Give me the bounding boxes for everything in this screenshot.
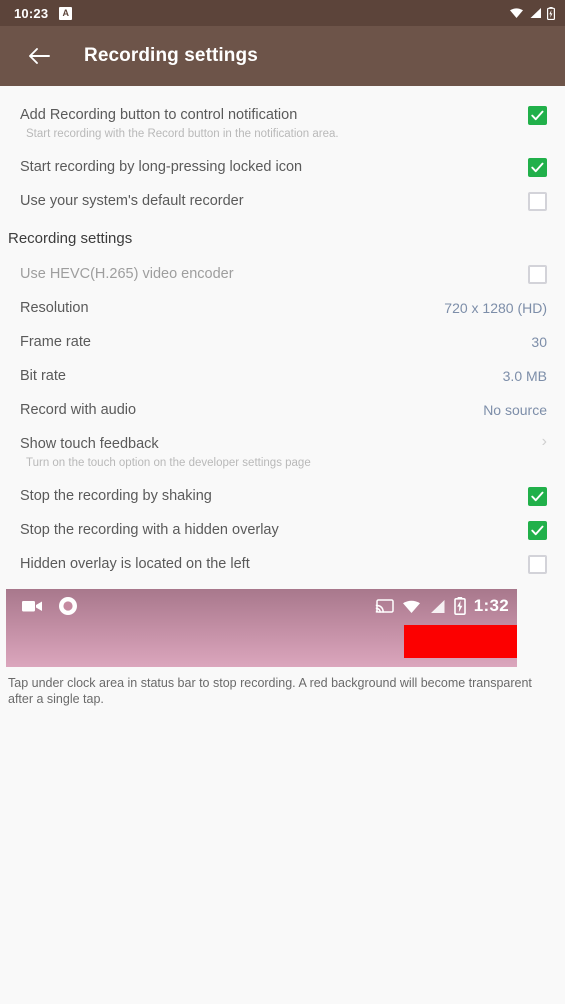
setting-row-stop-with-hidden-overlay[interactable]: Stop the recording with a hidden overlay (0, 513, 565, 547)
chevron-right-icon[interactable]: › (527, 433, 547, 451)
status-bar-preview-image: 1:32 (6, 589, 517, 667)
setting-row-stop-by-shaking[interactable]: Stop the recording by shaking (0, 479, 565, 513)
checkbox-hidden-overlay-left[interactable] (528, 555, 547, 574)
preview-clock: 1:32 (473, 596, 509, 615)
checkbox-long-press-locked-icon[interactable] (528, 158, 547, 177)
record-dot-icon (59, 597, 77, 615)
alarm-badge-icon: A (59, 6, 73, 20)
row-text-block: Bit rate (20, 359, 493, 393)
row-text-block: Stop the recording by shaking (20, 479, 518, 513)
preview-illustration-wrap: 1:32 (0, 581, 565, 667)
value-record-with-audio: No source (483, 402, 547, 418)
signal-icon (530, 8, 541, 18)
setting-title: Add Recording button to control notifica… (20, 107, 298, 123)
battery-icon (547, 6, 555, 20)
page-title: Recording settings (84, 45, 258, 66)
setting-row-show-touch-feedback[interactable]: Show touch feedback Turn on the touch op… (0, 427, 565, 479)
setting-title: Record with audio (20, 402, 137, 418)
row-text-block: Hidden overlay is located on the left (20, 547, 518, 581)
system-status-bar: 10:23 A (0, 0, 565, 26)
row-text-block: Add Recording button to control notifica… (20, 98, 518, 150)
value-frame-rate: 30 (531, 334, 547, 350)
preview-caption: Tap under clock area in status bar to st… (8, 676, 532, 706)
setting-subtitle: Turn on the touch option on the develope… (26, 457, 311, 469)
setting-title: Resolution (20, 300, 89, 316)
setting-title: Use your system's default recorder (20, 193, 244, 209)
setting-title: Stop the recording by shaking (20, 488, 212, 504)
camcorder-icon (22, 601, 42, 612)
setting-title: Start recording by long-pressing locked … (20, 159, 303, 175)
top-settings-group: Add Recording button to control notifica… (0, 98, 565, 218)
status-bar-icon-group (509, 6, 555, 20)
setting-title: Use HEVC(H.265) video encoder (20, 266, 234, 282)
row-text-block: Record with audio (20, 393, 473, 427)
row-text-block: Use HEVC(H.265) video encoder (20, 257, 518, 291)
setting-title: Bit rate (20, 368, 66, 384)
setting-title: Frame rate (20, 334, 91, 350)
setting-row-default-recorder[interactable]: Use your system's default recorder (0, 184, 565, 218)
setting-row-frame-rate[interactable]: Frame rate 30 (0, 325, 565, 359)
section-header-recording-settings: Recording settings (8, 230, 133, 247)
red-overlay-rectangle (404, 625, 517, 658)
checkbox-hevc-encoder[interactable] (528, 265, 547, 284)
back-arrow-icon (29, 48, 50, 64)
value-resolution: 720 x 1280 (HD) (444, 300, 547, 316)
row-text-block: Frame rate (20, 325, 521, 359)
back-button[interactable] (22, 39, 56, 73)
setting-row-add-recording-button[interactable]: Add Recording button to control notifica… (0, 98, 565, 150)
value-bit-rate: 3.0 MB (502, 368, 547, 384)
setting-subtitle: Start recording with the Record button i… (26, 128, 339, 140)
setting-row-hidden-overlay-left[interactable]: Hidden overlay is located on the left (0, 547, 565, 581)
preview-right-icons: 1:32 (375, 596, 509, 616)
setting-title: Hidden overlay is located on the left (20, 556, 250, 572)
setting-row-long-press-locked-icon[interactable]: Start recording by long-pressing locked … (0, 150, 565, 184)
checkbox-stop-by-shaking[interactable] (528, 487, 547, 506)
wifi-icon (402, 600, 420, 613)
battery-charging-icon (453, 597, 466, 615)
recording-settings-group: Use HEVC(H.265) video encoder Resolution… (0, 257, 565, 581)
status-bar-clock: 10:23 (14, 5, 49, 21)
settings-content: Add Recording button to control notifica… (0, 86, 565, 707)
row-text-block: Resolution (20, 291, 434, 325)
setting-title: Show touch feedback (20, 436, 159, 452)
checkbox-default-recorder[interactable] (528, 192, 547, 211)
setting-row-hevc-encoder[interactable]: Use HEVC(H.265) video encoder (0, 257, 565, 291)
setting-title: Stop the recording with a hidden overlay (20, 522, 279, 538)
row-text-block: Stop the recording with a hidden overlay (20, 513, 518, 547)
signal-icon (430, 599, 445, 613)
preview-left-icons (22, 596, 78, 616)
row-text-block: Start recording by long-pressing locked … (20, 150, 518, 184)
setting-row-resolution[interactable]: Resolution 720 x 1280 (HD) (0, 291, 565, 325)
check-icon (531, 491, 544, 502)
check-icon (531, 110, 544, 121)
check-icon (531, 525, 544, 536)
row-text-block: Show touch feedback Turn on the touch op… (20, 427, 527, 479)
setting-row-record-with-audio[interactable]: Record with audio No source (0, 393, 565, 427)
checkbox-add-recording-button[interactable] (528, 106, 547, 125)
row-text-block: Use your system's default recorder (20, 184, 518, 218)
cast-icon (375, 598, 394, 613)
wifi-icon (510, 8, 523, 18)
check-icon (531, 162, 544, 173)
preview-status-bar: 1:32 (6, 589, 517, 623)
app-bar: Recording settings (0, 26, 565, 86)
setting-row-bit-rate[interactable]: Bit rate 3.0 MB (0, 359, 565, 393)
checkbox-stop-with-hidden-overlay[interactable] (528, 521, 547, 540)
